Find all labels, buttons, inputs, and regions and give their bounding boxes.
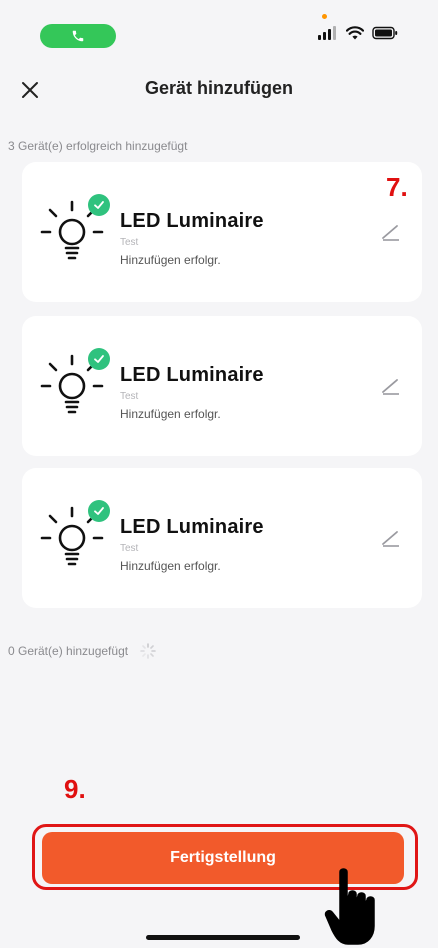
step-9-annotation: 9.	[64, 774, 86, 804]
step-7-annotation: 7.	[386, 172, 408, 202]
device-name: LED Luminaire	[120, 516, 264, 538]
device-room: Test	[120, 391, 139, 402]
status-bar	[0, 0, 438, 60]
pending-section-label: 0 Gerät(e) hinzugefügt	[8, 643, 156, 659]
wifi-icon	[346, 26, 364, 40]
navigation-header: Gerät hinzufügen	[0, 60, 438, 116]
page-title: Gerät hinzufügen	[145, 78, 293, 98]
hand-pointer-icon	[324, 868, 375, 945]
edit-name-icon[interactable]	[380, 374, 402, 396]
success-check-badge	[88, 348, 110, 370]
device-name: LED Luminaire	[120, 364, 264, 386]
success-check-badge	[88, 500, 110, 522]
cellular-signal-icon	[318, 26, 336, 40]
device-card[interactable]: LED Luminaire Test Hinzufügen erfolgr.	[22, 316, 422, 456]
device-status: Hinzufügen erfolgr.	[120, 559, 221, 573]
device-card[interactable]: LED Luminaire Test Hinzufügen erfolgr.	[22, 162, 422, 302]
edit-name-icon[interactable]	[380, 220, 402, 242]
edit-name-icon[interactable]	[380, 526, 402, 548]
privacy-indicator-dot	[322, 14, 327, 19]
device-room: Test	[120, 237, 139, 248]
status-icons	[318, 26, 398, 40]
device-room: Test	[120, 543, 139, 554]
success-section-label: 3 Gerät(e) erfolgreich hinzugefügt	[8, 139, 188, 153]
loading-spinner-icon	[140, 643, 156, 659]
active-call-indicator[interactable]	[40, 24, 116, 48]
battery-icon	[372, 26, 398, 40]
device-card[interactable]: LED Luminaire Test Hinzufügen erfolgr.	[22, 468, 422, 608]
pending-section-text: 0 Gerät(e) hinzugefügt	[8, 644, 129, 658]
success-check-badge	[88, 194, 110, 216]
home-indicator	[146, 935, 300, 940]
check-icon	[94, 507, 104, 515]
phone-icon	[72, 30, 84, 42]
device-status: Hinzufügen erfolgr.	[120, 253, 221, 267]
check-icon	[94, 355, 104, 363]
check-icon	[94, 201, 104, 209]
device-name: LED Luminaire	[120, 210, 264, 232]
device-status: Hinzufügen erfolgr.	[120, 407, 221, 421]
